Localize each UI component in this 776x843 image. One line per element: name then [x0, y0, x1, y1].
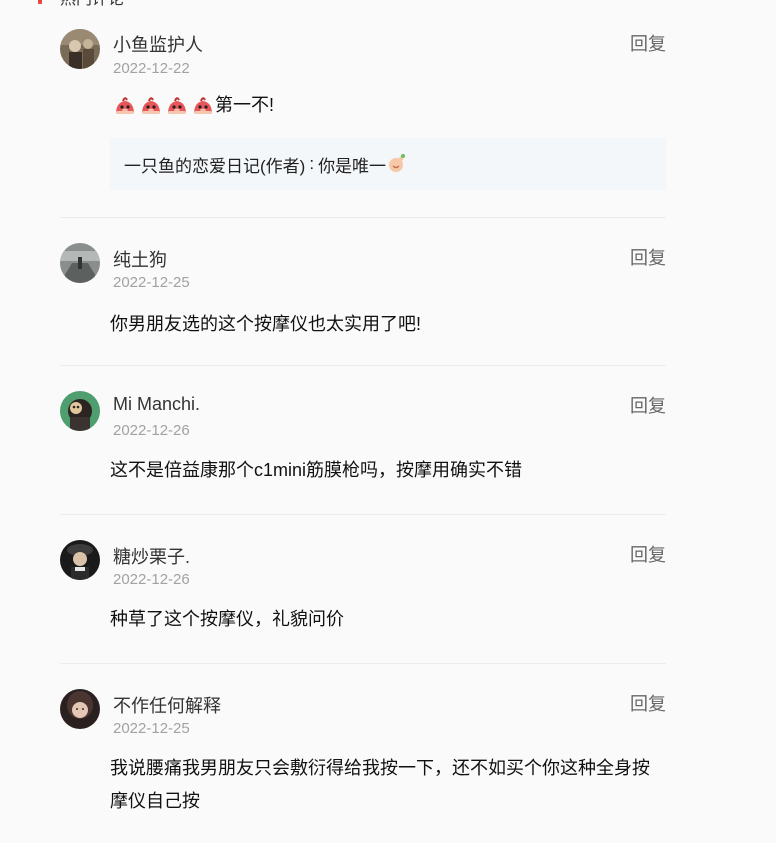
comment-text: 第一不!	[113, 89, 669, 122]
reply-button[interactable]: 回复	[630, 392, 666, 418]
avatar[interactable]	[60, 243, 100, 283]
comment-date: 2022-12-25	[113, 720, 190, 737]
red-bird-emoji	[116, 97, 134, 115]
reply-button[interactable]: 回复	[630, 690, 666, 716]
comment-text: 我说腰痛我男朋友只会敷衍得给我按一下，还不如买个你这种全身按摩仪自己按	[110, 758, 650, 811]
comment-item: Mi Manchi. 2022-12-26 回复 这不是倍益康那个c1mini筋…	[60, 366, 666, 515]
avatar[interactable]	[60, 540, 100, 580]
comment-date: 2022-12-26	[113, 422, 190, 439]
section-accent-bar	[38, 0, 42, 4]
comment-text: 种草了这个按摩仪，礼貌问价	[110, 609, 344, 629]
comment-username[interactable]: 纯土狗	[113, 246, 167, 272]
comment-username[interactable]: Mi Manchi.	[113, 394, 200, 415]
red-bird-emoji	[194, 97, 212, 115]
comment-item: 糖炒栗子. 2022-12-26 回复 种草了这个按摩仪，礼貌问价	[60, 515, 666, 664]
reply-button[interactable]: 回复	[630, 541, 666, 567]
comment-username[interactable]: 小鱼监护人	[113, 31, 203, 57]
comment-date: 2022-12-22	[113, 60, 190, 77]
author-reply-separator: :	[309, 154, 315, 173]
comment-item: 不作任何解释 2022-12-25 回复 我说腰痛我男朋友只会敷衍得给我按一下，…	[60, 664, 666, 843]
reply-button[interactable]: 回复	[630, 244, 666, 270]
red-bird-emoji	[142, 97, 160, 115]
author-reply-username[interactable]: 一只鱼的恋爱日记(作者)	[124, 152, 305, 177]
comment-text-body: 第一不!	[215, 95, 275, 115]
comment-username[interactable]: 糖炒栗子.	[113, 543, 190, 569]
finger-emoji	[389, 154, 406, 172]
author-reply-text: 你是唯一	[318, 156, 387, 176]
comment-list: 小鱼监护人 2022-12-22 回复 第一不! 一只鱼的恋爱日记(作者) : …	[60, 0, 666, 843]
red-bird-emoji	[168, 97, 186, 115]
comment-item: 小鱼监护人 2022-12-22 回复 第一不! 一只鱼的恋爱日记(作者) : …	[60, 0, 666, 218]
avatar[interactable]	[60, 689, 100, 729]
comment-date: 2022-12-26	[113, 571, 190, 588]
comment-item: 纯土狗 2022-12-25 回复 你男朋友选的这个按摩仪也太实用了吧!	[60, 218, 666, 366]
author-reply: 一只鱼的恋爱日记(作者) : 你是唯一	[110, 138, 666, 190]
avatar[interactable]	[60, 29, 100, 69]
comment-text: 这不是倍益康那个c1mini筋膜枪吗，按摩用确实不错	[110, 460, 523, 480]
emoji-group	[113, 94, 215, 118]
reply-button[interactable]: 回复	[630, 30, 666, 56]
avatar[interactable]	[60, 391, 100, 431]
comment-username[interactable]: 不作任何解释	[113, 692, 221, 718]
comment-date: 2022-12-25	[113, 274, 190, 291]
comment-text: 你男朋友选的这个按摩仪也太实用了吧!	[110, 314, 421, 334]
